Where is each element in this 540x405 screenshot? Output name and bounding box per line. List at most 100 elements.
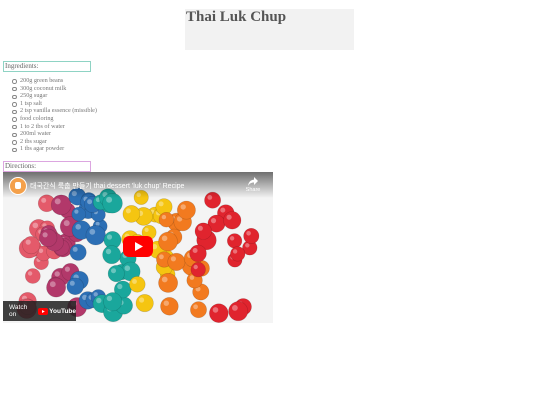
candy-shape	[122, 205, 141, 223]
list-item: 200ml water	[12, 130, 97, 138]
candy-highlight	[193, 264, 198, 270]
candy-shape	[227, 233, 243, 249]
candy-highlight	[54, 198, 61, 205]
candy-shape	[158, 211, 175, 228]
candy-highlight	[132, 279, 137, 284]
list-item: 1 tsp salt	[12, 100, 97, 108]
candy-shape	[190, 261, 206, 278]
candy-shape	[158, 231, 178, 252]
candy-shape	[228, 301, 249, 322]
list-item: 2 tsp vanilla essence (missible)	[12, 107, 97, 115]
candy-shape	[69, 243, 87, 261]
candy-highlight	[226, 214, 232, 220]
video-embed[interactable]: 태국간식 룩춥 만들기 thai dessert 'luk chup' Reci…	[3, 172, 273, 323]
list-item: 1 to 2 tbs of water	[12, 123, 97, 131]
candy-highlight	[246, 231, 251, 236]
list-item: 250g sugar	[12, 92, 97, 100]
candy-shape	[66, 277, 84, 296]
candy-highlight	[158, 201, 164, 207]
candy-highlight	[197, 225, 203, 231]
candy-highlight	[41, 197, 47, 203]
candy-shape	[135, 294, 154, 313]
candy-highlight	[117, 283, 123, 290]
candy-highlight	[144, 227, 149, 232]
candy-shape	[223, 211, 242, 230]
share-icon	[248, 177, 258, 186]
candy-highlight	[212, 307, 219, 313]
share-label: Share	[245, 187, 261, 193]
candy-highlight	[189, 275, 195, 280]
play-button[interactable]	[123, 236, 153, 257]
candy-shape	[189, 244, 207, 263]
page-title: Thai Luk Chup	[186, 9, 287, 25]
candy-shape	[194, 222, 212, 240]
candy-shape	[46, 277, 67, 298]
candy-highlight	[124, 265, 131, 271]
candy-highlight	[232, 249, 238, 254]
list-item: food coloring	[12, 115, 97, 123]
channel-avatar[interactable]	[9, 177, 27, 195]
candy-highlight	[193, 304, 199, 310]
share-button[interactable]: Share	[242, 177, 264, 193]
list-item: 200g green beans	[12, 77, 97, 85]
ingredients-list: 200g green beans 300g coconut milk 250g …	[6, 77, 97, 153]
list-item: 1 tbs agar powder	[12, 145, 97, 153]
video-header: 태국간식 룩춥 만들기 thai dessert 'luk chup' Reci…	[3, 172, 273, 198]
candy-highlight	[42, 232, 48, 238]
candy-highlight	[54, 271, 60, 277]
candy-highlight	[159, 254, 164, 260]
watch-on-label: Watch on	[9, 304, 28, 318]
youtube-icon	[38, 307, 49, 315]
candy-highlight	[27, 271, 33, 276]
candy-shape	[209, 303, 229, 323]
candy-highlight	[87, 199, 93, 205]
candy-shape	[230, 246, 246, 262]
candy-shape	[243, 227, 260, 244]
list-item: 2 tbs sugar	[12, 138, 97, 146]
video-title[interactable]: 태국간식 룩춥 만들기 thai dessert 'luk chup' Reci…	[30, 181, 184, 191]
candy-highlight	[32, 222, 39, 229]
candy-highlight	[161, 214, 167, 220]
candy-shape	[39, 228, 58, 248]
candy-highlight	[89, 228, 96, 235]
candy-shape	[160, 297, 179, 316]
candy-highlight	[64, 266, 70, 272]
ingredients-heading: Ingredients:	[3, 61, 91, 72]
candy-highlight	[125, 208, 131, 214]
list-item: 300g coconut milk	[12, 85, 97, 93]
candy-highlight	[25, 239, 31, 245]
title-banner: Thai Luk Chup	[185, 9, 354, 50]
candy-highlight	[105, 248, 112, 255]
candy-highlight	[72, 246, 78, 252]
candy-shape	[158, 273, 179, 293]
candy-highlight	[170, 256, 176, 262]
candy-highlight	[69, 280, 75, 286]
candy-highlight	[74, 209, 79, 214]
candy-highlight	[139, 297, 145, 303]
watch-on-youtube-button[interactable]: Watch on YouTube	[3, 301, 76, 321]
candy-shape	[176, 200, 196, 220]
candy-highlight	[111, 268, 116, 274]
youtube-wordmark: YouTube	[49, 307, 76, 315]
candy-highlight	[220, 207, 226, 213]
candy-highlight	[229, 236, 235, 241]
candy-shape	[107, 265, 125, 283]
candy-highlight	[232, 305, 238, 311]
candy-highlight	[163, 300, 169, 306]
candy-highlight	[192, 248, 198, 253]
candy-highlight	[96, 297, 102, 304]
candy-highlight	[161, 276, 168, 283]
candy-highlight	[75, 224, 81, 230]
candy-highlight	[106, 234, 113, 240]
candy-highlight	[161, 235, 168, 242]
candy-shape	[103, 292, 123, 312]
candy-highlight	[106, 295, 113, 302]
candy-shape	[102, 245, 122, 265]
candy-shape	[85, 225, 106, 246]
candy-shape	[71, 206, 87, 222]
candy-highlight	[38, 248, 44, 254]
candy-shape	[129, 276, 146, 293]
candy-highlight	[180, 204, 186, 210]
youtube-logo: YouTube	[38, 307, 76, 315]
directions-heading: Directions:	[3, 161, 91, 172]
